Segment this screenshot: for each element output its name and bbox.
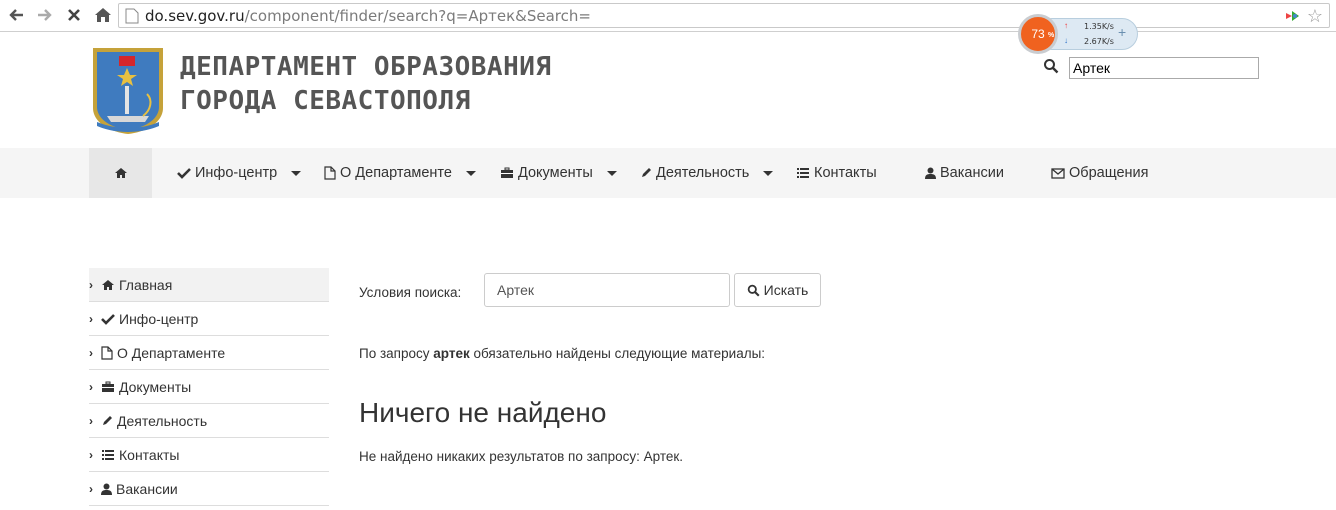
check-icon [101, 313, 115, 325]
download-arrow-icon: ↓ [1064, 36, 1068, 45]
caret-down-icon [606, 170, 617, 176]
download-speed: 2.67K/s [1084, 37, 1114, 46]
sidebar-item-label: Документы [119, 378, 192, 395]
chevron-right-icon: › [89, 379, 93, 394]
result-query: артек [433, 346, 470, 361]
search-conditions-label: Условия поиска: [359, 285, 462, 300]
chevron-right-icon: › [89, 447, 93, 462]
nav-item-label: Документы [518, 165, 593, 181]
sidebar-item-activity[interactable]: › Деятельность [89, 404, 329, 438]
user-icon [101, 483, 112, 495]
chevron-right-icon: › [89, 481, 93, 496]
result-summary: По запросу артек обязательно найдены сле… [359, 346, 765, 361]
result-prefix: По запросу [359, 346, 434, 361]
chevron-right-icon: › [89, 345, 93, 360]
forward-icon[interactable] [35, 5, 55, 25]
pencil-icon [642, 168, 651, 177]
site-title[interactable]: ДЕПАРТАМЕНТ ОБРАЗОВАНИЯ ГОРОДА СЕВАСТОПО… [180, 50, 552, 118]
sidebar-item-contacts[interactable]: › Контакты [89, 438, 329, 472]
sidebar-item-label: Главная [119, 276, 173, 293]
nav-item-label: Контакты [814, 165, 877, 181]
extension-icon[interactable] [1285, 9, 1301, 23]
url-text: do.sev.gov.ru/component/finder/search?q=… [145, 6, 591, 25]
sidebar-item-label: Деятельность [117, 412, 208, 429]
pencil-icon [103, 415, 112, 425]
back-icon[interactable] [6, 5, 26, 25]
sidebar-item-label: Вакансии [116, 480, 178, 497]
header-search-input[interactable] [1069, 57, 1259, 79]
sidebar-item-vacancies[interactable]: › Вакансии [89, 472, 329, 506]
network-speed-widget[interactable]: 73 % ↑ 1.35K/s ↓ 2.67K/s + [1016, 14, 1140, 54]
sidebar-menu: › Главная › Инфо-центр › О Департаменте … [89, 268, 329, 506]
list-icon [797, 168, 809, 178]
nav-item-about[interactable]: О Департаменте [324, 148, 476, 198]
home-icon [114, 168, 127, 178]
sidebar-item-about[interactable]: › О Департаменте [89, 336, 329, 370]
check-icon [177, 168, 191, 179]
nav-item-documents[interactable]: Документы [500, 148, 617, 198]
user-icon [925, 167, 936, 179]
site-title-line1: ДЕПАРТАМЕНТ ОБРАЗОВАНИЯ [180, 52, 552, 82]
main-navbar: Инфо-центр О Департаменте Документы Деят… [0, 148, 1336, 198]
list-icon [102, 449, 114, 460]
file-icon [101, 345, 113, 360]
upload-speed: 1.35K/s [1084, 22, 1114, 31]
sidebar-item-label: О Департаменте [117, 344, 226, 361]
stop-icon[interactable] [64, 5, 84, 25]
nav-item-activity[interactable]: Деятельность [640, 148, 774, 198]
no-results-heading: Ничего не найдено [359, 397, 607, 428]
briefcase-icon [501, 167, 513, 178]
chevron-right-icon: › [89, 277, 93, 292]
home-icon[interactable] [93, 5, 113, 25]
upload-arrow-icon: ↑ [1064, 21, 1068, 30]
bookmark-star-icon[interactable]: ☆ [1307, 6, 1323, 27]
site-title-line2: ГОРОДА СЕВАСТОПОЛЯ [180, 86, 471, 116]
result-suffix: обязательно найдены следующие материалы: [469, 346, 766, 361]
search-icon[interactable] [1043, 58, 1059, 74]
coat-of-arms-logo[interactable] [89, 44, 167, 136]
nav-item-label: Вакансии [940, 165, 1004, 181]
sidebar-item-label: Контакты [119, 446, 180, 463]
nav-item-vacancies[interactable]: Вакансии [925, 148, 1004, 198]
search-query-input[interactable] [484, 273, 730, 307]
sidebar-item-info-center[interactable]: › Инфо-центр [89, 302, 329, 336]
nav-item-contacts[interactable]: Контакты [796, 148, 877, 198]
search-button[interactable]: Искать [734, 273, 821, 307]
search-button-label: Искать [763, 282, 809, 298]
briefcase-icon [102, 381, 114, 392]
nav-item-info-center[interactable]: Инфо-центр [177, 148, 302, 198]
no-results-message: Не найдено никаких результатов по запрос… [359, 449, 684, 464]
nav-item-label: Деятельность [656, 165, 750, 181]
file-icon [324, 166, 336, 180]
nav-item-label: Инфо-центр [195, 165, 278, 181]
nav-item-label: Обращения [1069, 165, 1149, 181]
caret-down-icon [763, 170, 774, 176]
page-icon [125, 8, 139, 23]
sidebar-item-label: Инфо-центр [119, 310, 199, 327]
search-icon [747, 284, 760, 297]
chevron-right-icon: › [89, 413, 93, 428]
nav-item-appeals[interactable]: Обращения [1051, 148, 1149, 198]
plus-icon[interactable]: + [1118, 24, 1126, 40]
caret-down-icon [465, 170, 476, 176]
address-bar[interactable]: do.sev.gov.ru/component/finder/search?q=… [118, 3, 1330, 28]
envelope-icon [1051, 167, 1065, 179]
caret-down-icon [291, 170, 302, 176]
sidebar-item-documents[interactable]: › Документы [89, 370, 329, 404]
nav-home-button[interactable] [89, 148, 152, 198]
chevron-right-icon: › [89, 311, 93, 326]
percent-sign: % [1048, 32, 1055, 39]
home-icon [102, 279, 114, 290]
nav-item-label: О Департаменте [340, 165, 452, 181]
sidebar-item-home[interactable]: › Главная [89, 268, 329, 302]
